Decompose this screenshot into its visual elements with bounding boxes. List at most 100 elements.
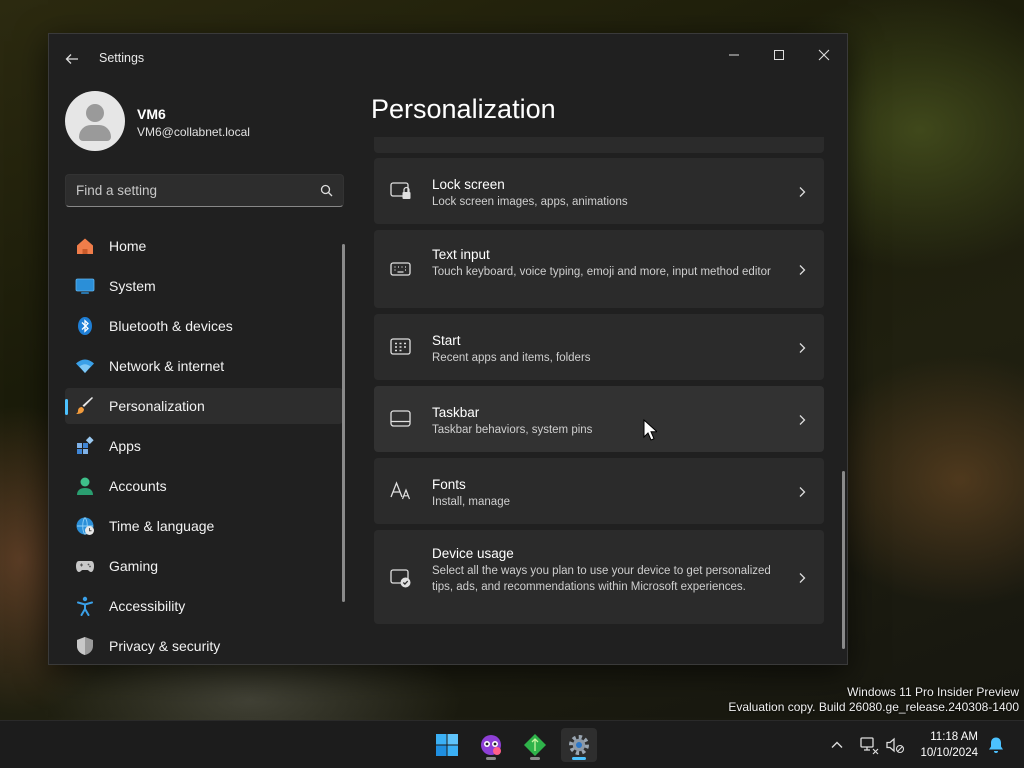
sidebar-item-label: Time & language (109, 518, 215, 534)
card-start[interactable]: Start Recent apps and items, folders (374, 314, 824, 380)
title-bar[interactable]: Settings (49, 34, 847, 82)
card-title: Start (432, 333, 461, 348)
sidebar-item-personalization[interactable]: Personalization (65, 388, 343, 424)
keyboard-icon (390, 258, 412, 280)
card-desc: Lock screen images, apps, animations (432, 196, 628, 208)
network-status-icon[interactable] (859, 735, 879, 755)
card-fonts[interactable]: Fonts Install, manage (374, 458, 824, 524)
card-title: Fonts (432, 477, 466, 492)
close-icon (818, 49, 830, 61)
apps-icon (75, 436, 95, 456)
sidebar-item-label: Gaming (109, 558, 159, 574)
sidebar-item-gaming[interactable]: Gaming (65, 548, 343, 584)
maximize-icon (774, 50, 784, 60)
card-device-usage[interactable]: Device usage Select all the ways you pla… (374, 530, 824, 624)
card-lock-screen[interactable]: Lock screen Lock screen images, apps, an… (374, 158, 824, 224)
sidebar-scrollbar[interactable] (342, 244, 345, 602)
device-usage-icon (390, 567, 412, 589)
main-scrollbar[interactable] (842, 471, 845, 649)
watermark-line-1: Windows 11 Pro Insider Preview (847, 685, 1019, 699)
chevron-right-icon (796, 341, 808, 353)
card-title: Device usage (432, 546, 514, 561)
card-text-input[interactable]: Text input Touch keyboard, voice typing,… (374, 230, 824, 308)
sidebar-nav: Home System Bluetooth & devices Network … (65, 228, 343, 668)
sidebar-item-label: System (109, 278, 156, 294)
sidebar-item-label: Bluetooth & devices (109, 318, 233, 334)
sidebar-item-home[interactable]: Home (65, 228, 343, 264)
chevron-right-icon (796, 413, 808, 425)
clock-time: 11:18 AM (930, 731, 978, 743)
evaluation-watermark: Windows 11 Pro Insider Preview Evaluatio… (728, 685, 1019, 715)
running-indicator (530, 757, 540, 760)
card-desc: Taskbar behaviors, system pins (432, 424, 593, 436)
app-title: Settings (99, 51, 145, 65)
copilot-icon (481, 735, 501, 755)
bluetooth-icon (75, 316, 95, 336)
card-desc: Install, manage (432, 496, 510, 508)
taskbar-copilot-button[interactable] (473, 728, 509, 762)
page-title: Personalization (371, 94, 556, 124)
chevron-right-icon (796, 571, 808, 583)
sidebar-item-privacy[interactable]: Privacy & security (65, 628, 343, 664)
avatar-body (79, 125, 111, 141)
taskbar-icon (390, 408, 412, 430)
minimize-button[interactable] (711, 40, 757, 70)
close-button[interactable] (801, 40, 847, 70)
system-icon (75, 276, 95, 296)
sidebar-item-time-language[interactable]: Time & language (65, 508, 343, 544)
settings-gear-icon (569, 735, 589, 755)
accessibility-icon (75, 596, 95, 616)
sidebar-item-label: Accounts (109, 478, 167, 494)
sidebar-item-label: Network & internet (109, 358, 225, 374)
watermark-line-2: Evaluation copy. Build 26080.ge_release.… (728, 700, 1019, 714)
sidebar-item-apps[interactable]: Apps (65, 428, 343, 464)
sidebar-item-label: Personalization (109, 398, 205, 414)
card-partial[interactable] (374, 137, 824, 153)
card-desc: Recent apps and items, folders (432, 352, 591, 364)
card-taskbar[interactable]: Taskbar Taskbar behaviors, system pins (374, 386, 824, 452)
card-desc: Touch keyboard, voice typing, emoji and … (432, 266, 771, 278)
taskbar-settings-button[interactable] (561, 728, 597, 762)
shield-icon (75, 636, 95, 656)
card-title: Lock screen (432, 177, 505, 192)
chevron-right-icon (796, 185, 808, 197)
taskbar-start-button[interactable] (429, 728, 465, 762)
sidebar-item-network[interactable]: Network & internet (65, 348, 343, 384)
minimize-icon (729, 54, 739, 56)
sidebar-item-system[interactable]: System (65, 268, 343, 304)
fonts-icon (390, 480, 412, 502)
sidebar-item-accounts[interactable]: Accounts (65, 468, 343, 504)
notification-bell-icon[interactable] (987, 736, 1005, 754)
running-indicator (486, 757, 496, 760)
app-green-icon (524, 734, 546, 756)
system-clock[interactable]: 11:18 AM 10/10/2024 (912, 729, 978, 761)
maximize-button[interactable] (756, 40, 802, 70)
taskbar: 11:18 AM 10/10/2024 (0, 720, 1024, 768)
windows-start-icon (436, 734, 458, 756)
sidebar-item-label: Privacy & security (109, 638, 221, 654)
sidebar-item-label: Accessibility (109, 598, 186, 614)
brush-icon (75, 396, 95, 416)
gamepad-icon (75, 556, 95, 576)
lock-screen-icon (390, 180, 412, 202)
avatar[interactable] (65, 91, 125, 151)
network-icon (75, 356, 95, 376)
taskbar-app-button[interactable] (517, 728, 553, 762)
chevron-up-icon[interactable] (829, 737, 845, 753)
home-icon (75, 236, 95, 256)
user-email: VM6@collabnet.local (137, 125, 250, 139)
card-desc: Select all the ways you plan to use your… (432, 565, 771, 593)
search-input[interactable] (66, 175, 306, 206)
card-title: Text input (432, 247, 490, 262)
back-button[interactable] (61, 48, 83, 70)
mouse-cursor-icon (643, 419, 657, 441)
search-icon[interactable] (320, 184, 333, 197)
settings-window: Settings VM6 VM6@collabnet.local Home Sy… (48, 33, 848, 665)
active-indicator (572, 757, 586, 760)
sidebar-item-bluetooth[interactable]: Bluetooth & devices (65, 308, 343, 344)
search-box[interactable] (65, 174, 344, 207)
arrow-left-icon (65, 54, 78, 64)
chevron-right-icon (796, 485, 808, 497)
sidebar-item-accessibility[interactable]: Accessibility (65, 588, 343, 624)
volume-muted-icon[interactable] (885, 735, 905, 755)
